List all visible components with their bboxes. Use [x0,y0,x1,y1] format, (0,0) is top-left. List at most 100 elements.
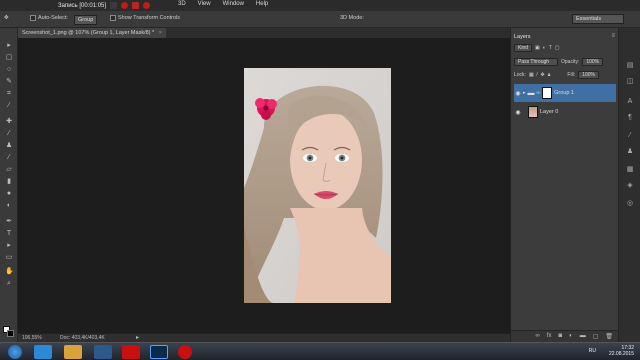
history-panel-icon[interactable]: ▤ [626,62,634,70]
auto-select-option[interactable]: Auto-Select: [30,15,68,21]
collapsed-panels: ▤ ◫ A ¶ ⁄ ♟ ▦ ◈ ◎ [618,28,640,342]
quick-select-icon[interactable]: ✎ [5,78,13,85]
healing-brush-icon[interactable]: ✚ [5,118,13,125]
new-layer-icon[interactable]: ▢ [593,333,599,342]
auto-select-checkbox[interactable] [30,15,36,21]
stop-icon[interactable] [132,2,140,9]
menu-bar: Запись [00:01:05] 3D View Window Help [0,0,640,11]
visibility-eye-icon[interactable]: ◉ [514,90,522,97]
status-bar: 106,55% Doc: 403,4K/403,4K ▸ [18,333,510,342]
lasso-icon[interactable]: ○ [5,66,13,73]
crop-icon[interactable]: ⌗ [5,90,13,97]
move-tool-icon[interactable]: ✥ [4,15,9,21]
filter-adjust-icon[interactable]: ◐ [543,45,546,51]
yandex-browser-icon[interactable] [122,345,140,359]
expand-arrow-icon[interactable]: ▸ [523,90,526,96]
camera-icon[interactable] [110,2,118,9]
system-clock[interactable]: 17:32 22.08.2015 [609,345,634,357]
kind-filter-dropdown[interactable]: Kind [514,44,533,52]
layers-panel: Layers ≡ Kind ▣ ◐ T ▢ Pass Through Opaci… [510,28,619,342]
link-icon[interactable]: ∞ [537,90,541,96]
layer-row-group-1[interactable]: ◉ ▸ ▬ ∞ Group 1 [514,84,616,102]
filter-type-icon[interactable]: T [549,45,552,51]
zoom-icon[interactable]: ⌕ [5,280,13,287]
zoom-level[interactable]: 106,55% [22,335,42,341]
move-icon[interactable]: ▸ [5,42,13,49]
panel-menu-icon[interactable]: ≡ [611,33,615,39]
layer-name[interactable]: Group 1 [554,90,574,96]
menu-help[interactable]: Help [256,1,268,7]
fx-icon[interactable]: fx [547,333,552,342]
steam-icon[interactable] [94,345,112,359]
language-indicator[interactable]: RU [589,348,596,354]
visibility-eye-icon[interactable]: ◉ [514,109,522,116]
layer-thumbnail [528,106,538,118]
hand-icon[interactable]: ✋ [5,268,14,275]
blur-icon[interactable]: ● [5,190,13,197]
close-icon[interactable]: × [159,30,162,36]
character-panel-icon[interactable]: ¶ [626,114,634,122]
dodge-icon[interactable]: ◐ [5,202,13,209]
swatches-icon[interactable]: ▦ [626,166,634,174]
eraser-icon[interactable]: ▱ [5,166,13,173]
menu-view[interactable]: View [198,1,211,7]
opacity-input[interactable]: 100% [582,58,604,66]
layers-footer: ∞ fx ◙ ◐ ▬ ▢ 🗑︎ [511,330,619,342]
brush-panel-icon[interactable]: ⁄ [626,132,634,140]
shape-icon[interactable]: ▭ [5,254,13,261]
layer-mask-thumbnail[interactable] [542,87,553,99]
transform-controls-option[interactable]: Show Transform Controls [110,15,180,21]
blend-mode-dropdown[interactable]: Pass Through [514,58,558,66]
trash-icon[interactable]: 🗑︎ [605,333,613,342]
styles-icon[interactable]: ◈ [626,182,634,190]
marquee-icon[interactable]: ▢ [5,54,13,61]
recorder-app-icon[interactable] [178,345,192,359]
properties-panel-icon[interactable]: ◫ [626,78,634,86]
windows-taskbar: RU 17:32 22.08.2015 [0,342,640,360]
eyedropper-icon[interactable]: ⁄ [5,102,13,109]
layer-row-layer-0[interactable]: ◉ Layer 0 [514,103,616,121]
pen-icon[interactable]: ✒ [5,218,13,225]
photoshop-icon[interactable] [150,345,168,359]
layers-tab[interactable]: Layers [514,34,531,40]
type-icon[interactable]: T [5,230,13,237]
new-group-icon[interactable]: ▬ [580,333,586,342]
brush-icon[interactable]: ⁄ [5,130,13,137]
transform-controls-checkbox[interactable] [110,15,116,21]
lock-all-icon[interactable]: 🔒︎ [548,72,551,78]
menu-3d[interactable]: 3D [178,1,186,7]
record-icon[interactable] [121,2,129,9]
ie-icon[interactable] [34,345,52,359]
clone-source-icon[interactable]: ♟ [626,148,634,156]
canvas-area[interactable] [18,38,510,333]
document-tab[interactable]: Screenshot_1.png @ 107% (Group 1, Layer … [18,28,166,38]
auto-select-dropdown[interactable]: Group [74,15,98,25]
background-color-swatch[interactable] [7,330,14,337]
link-layers-icon[interactable]: ∞ [536,333,540,342]
adjustments-panel-icon[interactable]: A [626,98,634,106]
recording-label: Запись [00:01:05] [58,2,107,9]
adjustment-layer-icon[interactable]: ◐ [569,333,573,342]
add-mask-icon[interactable]: ◙ [558,333,562,342]
portrait-image [244,68,391,303]
gradient-icon[interactable]: ▮ [5,178,13,185]
workspace-dropdown[interactable]: Essentials [572,14,624,24]
status-menu-arrow-icon[interactable]: ▸ [136,334,139,341]
menu-window[interactable]: Window [223,1,244,7]
tools-panel: ▸ ▢ ○ ✎ ⌗ ⁄ ✚ ⁄ ♟ ⁄ ▱ ▮ ● ◐ ✒ T ▸ ▭ ✋ ⌕ [0,28,18,344]
channels-icon[interactable]: ◎ [626,200,634,208]
filter-pixel-icon[interactable]: ▣ [535,45,540,51]
clone-stamp-icon[interactable]: ♟ [5,142,13,149]
start-button-icon[interactable] [8,345,22,359]
main-menu: 3D View Window Help [178,1,268,7]
history-brush-icon[interactable]: ⁄ [5,154,13,161]
explorer-icon[interactable] [64,345,82,359]
path-select-icon[interactable]: ▸ [5,242,13,249]
fill-label: Fill: [567,72,576,78]
lock-pixels-icon[interactable]: ▦ [529,72,534,78]
layer-name[interactable]: Layer 0 [540,109,558,115]
lock-paint-icon[interactable]: ⁄ [537,72,538,78]
lock-position-icon[interactable]: ✥ [541,72,545,78]
fill-input[interactable]: 100% [578,71,599,79]
filter-shape-icon[interactable]: ▢ [555,45,560,51]
